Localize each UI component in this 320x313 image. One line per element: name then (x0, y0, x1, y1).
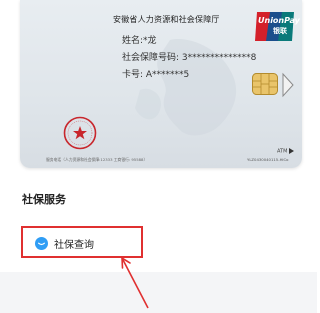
card-issuer: 安徽省人力资源和社会保障厅 (113, 15, 220, 24)
bottom-panel (0, 272, 317, 313)
chat-bubble-icon (35, 237, 48, 250)
menu-item-label: 社保查询 (54, 240, 94, 251)
unionpay-en-label: UnionPay (258, 16, 300, 25)
unionpay-logo: UnionPay 银联 (255, 12, 300, 41)
card-insert-arrow-icon (282, 72, 294, 98)
app-root: 安徽省人力资源和社会保障厅 UnionPay 银联 姓名:*龙 社会保障号码: … (0, 0, 317, 313)
card-service-hotline: 服务电话（人力资源和社会保障:12333 工商银行: 95588） (46, 157, 148, 162)
section-title: 社保服务 (22, 193, 66, 206)
official-seal-icon (63, 116, 97, 150)
social-security-card[interactable]: 安徽省人力资源和社会保障厅 UnionPay 银联 姓名:*龙 社会保障号码: … (20, 0, 302, 168)
unionpay-cn-label: 银联 (273, 27, 287, 35)
card-number: 卡号: A*******5 (122, 70, 190, 80)
menu-item-social-security-query[interactable]: 社保查询 (21, 226, 143, 258)
cardholder-name: 姓名:*龙 (122, 36, 157, 46)
social-security-number: 社会保障号码: 3**************8 (122, 53, 257, 63)
chip-icon (252, 73, 278, 95)
atm-label: ATM (277, 148, 295, 155)
card-serial: YLZ0430040115-HiCo (247, 157, 289, 162)
